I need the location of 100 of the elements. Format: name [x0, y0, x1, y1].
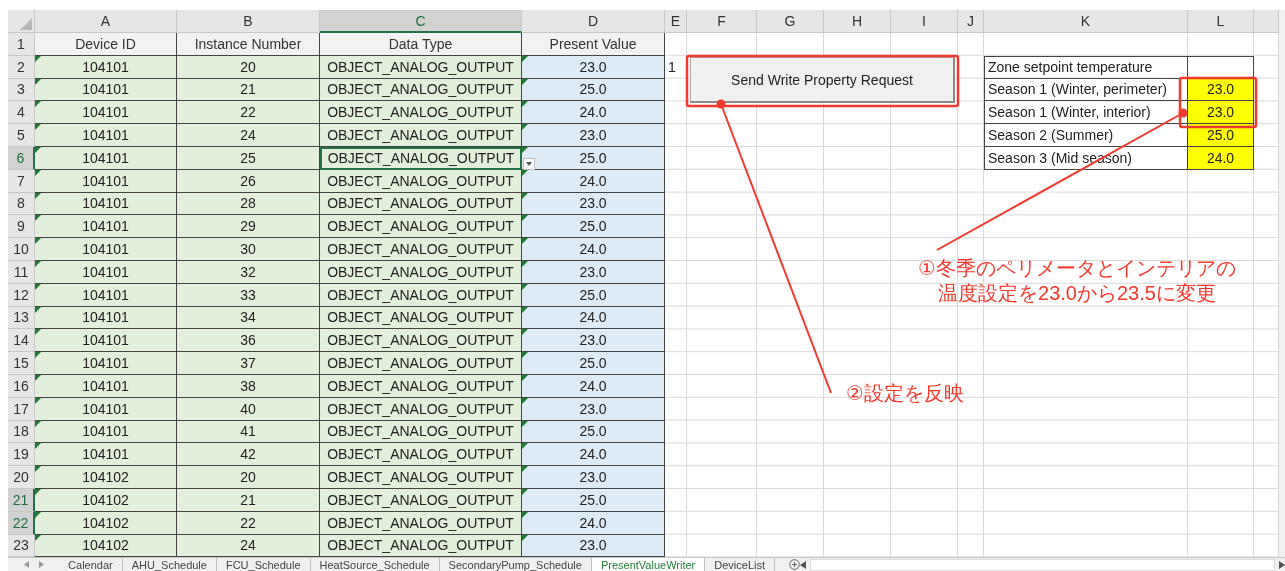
table-cell: 42	[177, 443, 320, 467]
row-header[interactable]: 17	[8, 397, 35, 421]
row-header[interactable]: 1	[8, 33, 35, 56]
table-cell: 104101	[35, 283, 177, 307]
table-cell: Season 2 (Summer)	[984, 124, 1188, 147]
row-header[interactable]: 9	[8, 215, 35, 239]
annotation-text: ①冬季のペリメータとインテリアの温度設定を23.0から23.5に変更	[917, 256, 1237, 306]
table-cell: 32	[177, 260, 320, 284]
column-header[interactable]: K	[984, 10, 1188, 33]
select-all-icon[interactable]	[20, 18, 32, 30]
header-cell: Data Type	[320, 33, 522, 56]
table-cell: 104101	[35, 192, 177, 216]
row-header[interactable]: 14	[8, 329, 35, 353]
scroll-right-icon[interactable]	[1279, 560, 1285, 569]
vertical-scrollbar[interactable]	[1279, 10, 1285, 557]
table-cell: 104101	[35, 215, 177, 239]
row-header[interactable]: 5	[8, 124, 35, 147]
table-cell: OBJECT_ANALOG_OUTPUT	[320, 534, 522, 557]
column-header[interactable]: D	[522, 10, 665, 33]
header-cell: Present Value	[522, 33, 665, 56]
table-cell: OBJECT_ANALOG_OUTPUT	[320, 169, 522, 193]
cell-text: 1	[668, 59, 676, 76]
column-header[interactable]: H	[824, 10, 891, 33]
add-sheet-icon[interactable]	[789, 559, 800, 570]
table-cell: 104102	[35, 466, 177, 489]
table-cell: 104101	[35, 420, 177, 444]
table-cell: OBJECT_ANALOG_OUTPUT	[320, 283, 522, 307]
annotation-text: ②設定を反映	[846, 381, 964, 406]
row-header[interactable]: 15	[8, 352, 35, 375]
row-header[interactable]: 13	[8, 306, 35, 330]
row-header[interactable]: 23	[8, 534, 35, 557]
sheet-tab[interactable]: PresentValueWriter	[591, 558, 706, 571]
table-cell: 24.0	[522, 101, 665, 125]
table-cell: 104101	[35, 329, 177, 353]
column-header[interactable]: A	[35, 10, 177, 33]
row-header[interactable]: 21	[8, 488, 35, 512]
table-cell: 23.0	[522, 192, 665, 216]
table-cell: 24.0	[522, 306, 665, 330]
table-cell: OBJECT_ANALOG_OUTPUT	[320, 420, 522, 444]
table-cell: 23.0	[522, 329, 665, 353]
row-header[interactable]: 3	[8, 78, 35, 102]
table-cell: OBJECT_ANALOG_OUTPUT	[320, 352, 522, 375]
table-cell: 104101	[35, 55, 177, 79]
table-cell: 104102	[35, 534, 177, 557]
row-header[interactable]: 8	[8, 192, 35, 216]
table-cell: OBJECT_ANALOG_OUTPUT	[320, 511, 522, 535]
table-cell: 104101	[35, 78, 177, 102]
table-cell: 37	[177, 352, 320, 375]
table-cell: 24.0	[522, 169, 665, 193]
row-header[interactable]: 19	[8, 443, 35, 467]
row-header[interactable]: 11	[8, 260, 35, 284]
table-cell: 25.0	[522, 215, 665, 239]
table-cell: 24	[177, 534, 320, 557]
table-cell: 41	[177, 420, 320, 444]
column-header[interactable]: F	[687, 10, 757, 33]
table-cell: OBJECT_ANALOG_OUTPUT	[320, 443, 522, 467]
column-header[interactable]	[1254, 10, 1279, 33]
send-request-button[interactable]: Send Write Property Request	[690, 57, 955, 103]
row-header[interactable]: 12	[8, 283, 35, 307]
column-header[interactable]: B	[177, 10, 320, 33]
table-cell: 104101	[35, 260, 177, 284]
row-header[interactable]: 16	[8, 374, 35, 398]
table-cell: 40	[177, 397, 320, 421]
table-cell: 23.0	[522, 397, 665, 421]
column-header[interactable]: L	[1188, 10, 1254, 33]
table-cell: 36	[177, 329, 320, 353]
table-cell: 104101	[35, 124, 177, 147]
table-cell: 104101	[35, 169, 177, 193]
scroll-left-icon[interactable]	[799, 560, 806, 569]
column-header[interactable]: C	[320, 10, 522, 33]
table-cell: 104101	[35, 443, 177, 467]
row-header[interactable]: 10	[8, 238, 35, 261]
table-cell: OBJECT_ANALOG_OUTPUT	[320, 124, 522, 147]
row-header[interactable]: 18	[8, 420, 35, 444]
column-header[interactable]: E	[665, 10, 687, 33]
table-cell: 34	[177, 306, 320, 330]
table-cell: 29	[177, 215, 320, 239]
table-cell: 104102	[35, 488, 177, 512]
table-cell: 23.0	[1188, 78, 1254, 102]
table-cell: 104102	[35, 511, 177, 535]
table-cell: 30	[177, 238, 320, 261]
table-cell: 24.0	[522, 374, 665, 398]
table-cell: 22	[177, 101, 320, 125]
row-header[interactable]: 2	[8, 55, 35, 79]
horizontal-scrollbar[interactable]	[809, 558, 1275, 571]
column-header[interactable]: G	[757, 10, 824, 33]
row-header[interactable]: 22	[8, 511, 35, 535]
table-cell: 33	[177, 283, 320, 307]
row-header[interactable]: 20	[8, 466, 35, 489]
column-header[interactable]: J	[958, 10, 984, 33]
column-header[interactable]: I	[891, 10, 958, 33]
table-cell: 22	[177, 511, 320, 535]
row-header[interactable]: 4	[8, 101, 35, 125]
table-cell: OBJECT_ANALOG_OUTPUT	[320, 55, 522, 79]
table-cell: 104101	[35, 352, 177, 375]
table-cell: 25.0	[522, 78, 665, 102]
table-cell: OBJECT_ANALOG_OUTPUT	[320, 306, 522, 330]
row-header[interactable]: 7	[8, 169, 35, 193]
table-cell: 23.0	[522, 534, 665, 557]
row-header[interactable]: 6	[8, 147, 35, 170]
